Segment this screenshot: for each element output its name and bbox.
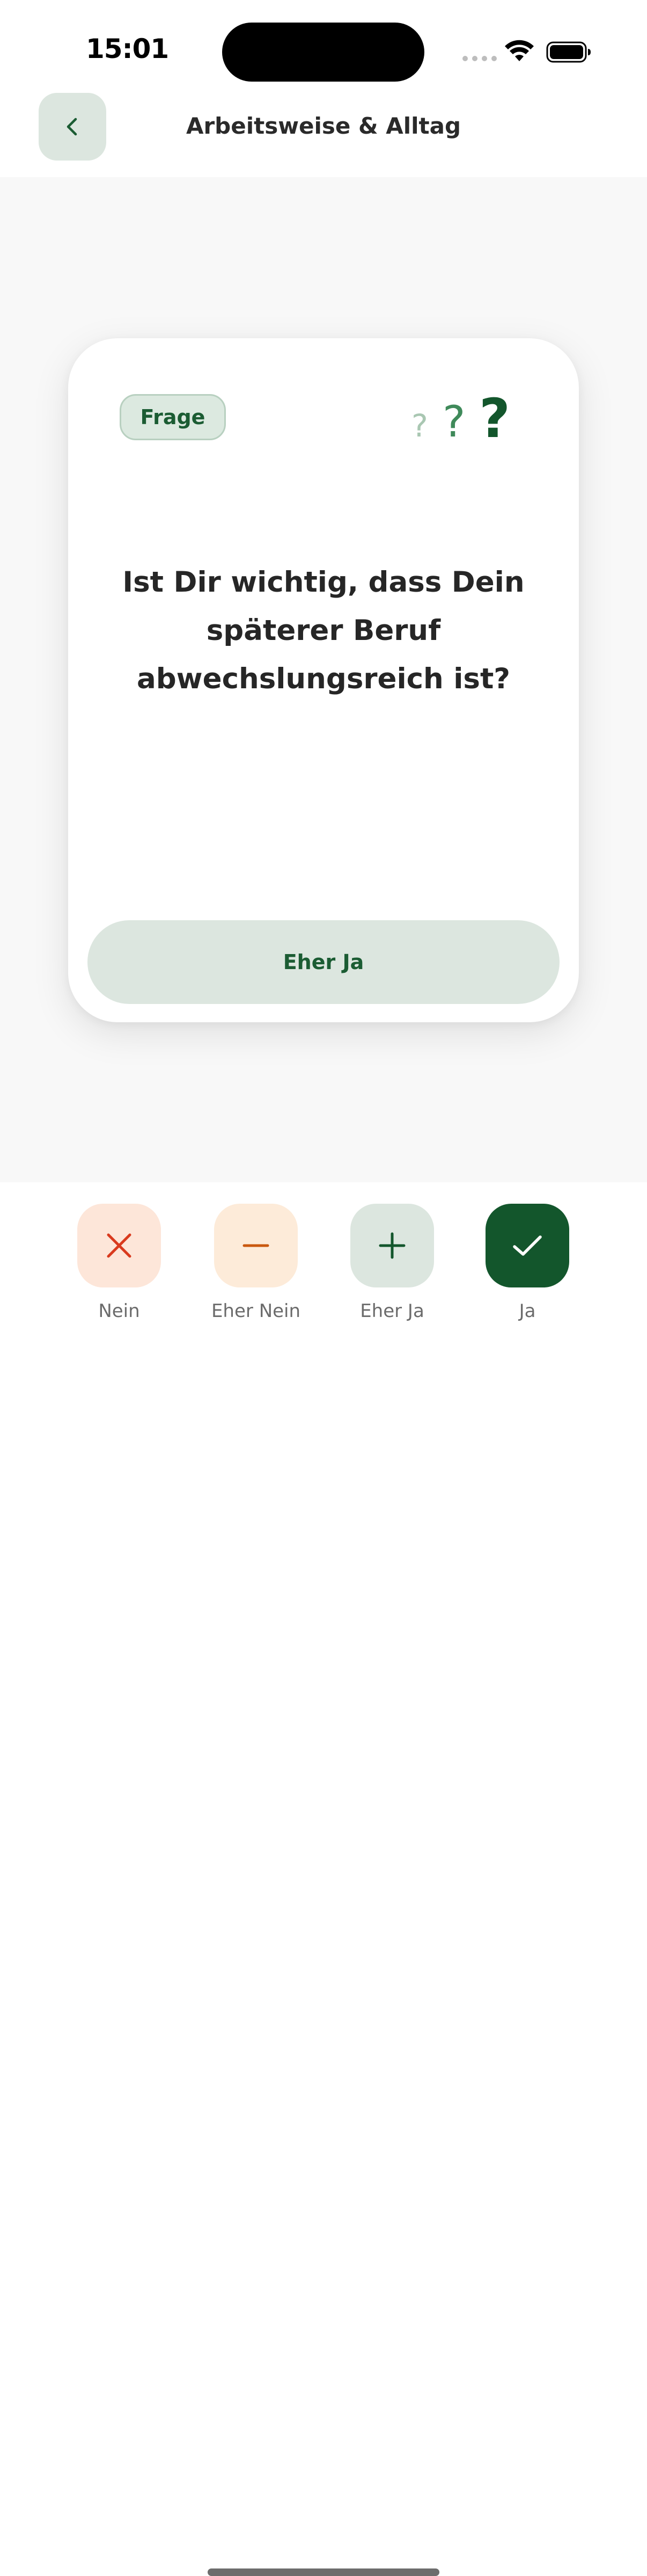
nein-button[interactable] <box>77 1204 161 1287</box>
answer-bar: Nein Eher Nein Eher Ja Ja <box>0 1182 647 2576</box>
question-chip: Frage <box>120 394 226 440</box>
nein-label: Nein <box>98 1300 140 1322</box>
main-content: Frage ? ? ? Ist Dir wichtig, dass Dein s… <box>0 177 647 1182</box>
eher-nein-label: Eher Nein <box>211 1300 301 1322</box>
minus-icon <box>242 1244 269 1247</box>
dynamic-island <box>222 23 424 82</box>
eher-nein-button[interactable] <box>214 1204 298 1287</box>
nav-header: Arbeitsweise & Alltag <box>0 86 647 177</box>
question-card[interactable]: Frage ? ? ? Ist Dir wichtig, dass Dein s… <box>68 338 579 1022</box>
check-icon <box>513 1235 542 1256</box>
battery-icon <box>546 41 591 63</box>
cellular-signal-icon <box>462 56 497 61</box>
eher-ja-label: Eher Ja <box>360 1300 424 1322</box>
wifi-icon <box>505 40 534 61</box>
status-bar: 15:01 <box>0 0 647 86</box>
answer-option-ja: Ja <box>460 1204 594 1322</box>
selected-answer-indicator: Eher Ja <box>87 920 560 1004</box>
question-marks-icon: ? ? ? <box>411 387 511 450</box>
page-title: Arbeitsweise & Alltag <box>186 113 461 139</box>
status-time: 15:01 <box>86 33 169 64</box>
close-icon <box>107 1233 131 1258</box>
ja-label: Ja <box>519 1300 536 1322</box>
home-indicator <box>208 2568 439 2576</box>
eher-ja-button[interactable] <box>350 1204 434 1287</box>
answer-option-eher-nein: Eher Nein <box>189 1204 323 1322</box>
plus-icon <box>379 1232 406 1259</box>
answer-option-eher-ja: Eher Ja <box>325 1204 459 1322</box>
answer-option-nein: Nein <box>52 1204 186 1322</box>
ja-button[interactable] <box>486 1204 569 1287</box>
question-text: Ist Dir wichtig, dass Dein späterer Beru… <box>122 566 525 695</box>
